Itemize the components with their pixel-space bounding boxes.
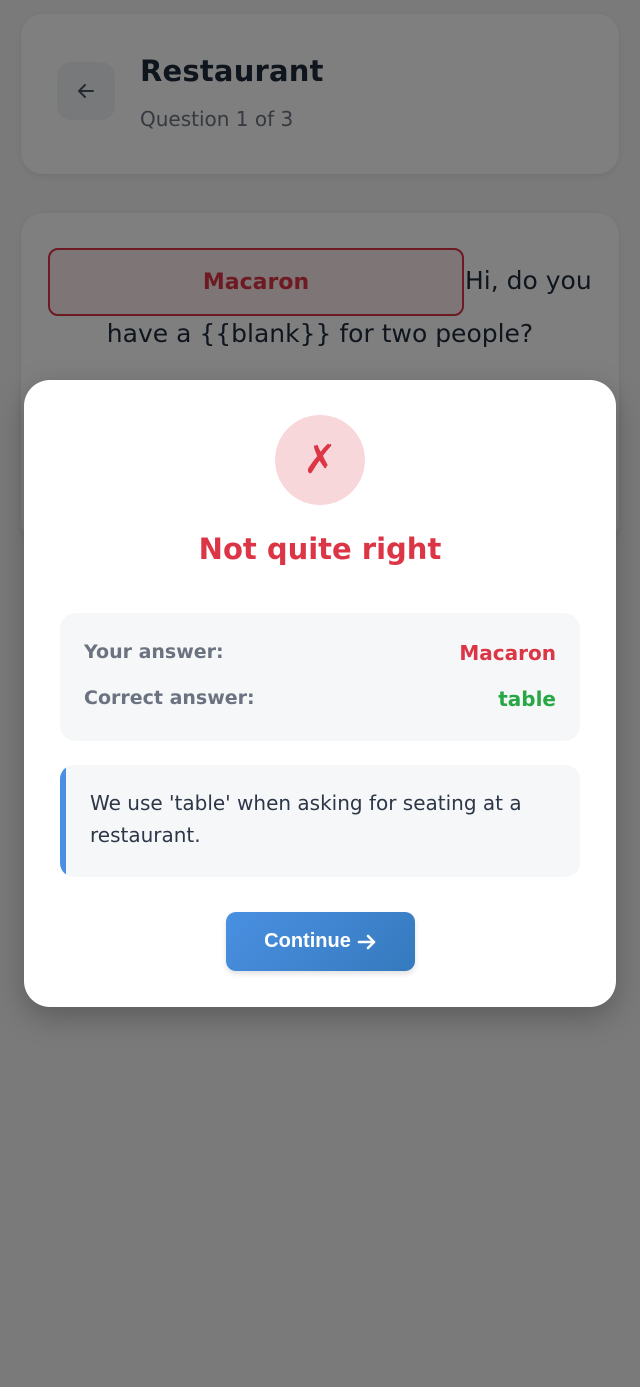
correct-answer-value: table	[498, 687, 556, 711]
arrow-right-icon	[357, 933, 377, 951]
feedback-modal: ✗ Not quite right Your answer: Macaron C…	[24, 380, 616, 1007]
wrong-icon: ✗	[275, 415, 365, 505]
your-answer-value: Macaron	[459, 641, 556, 665]
explanation-accent-bar	[60, 765, 66, 877]
explanation-text: We use 'table' when asking for seating a…	[90, 791, 522, 847]
explanation-box: We use 'table' when asking for seating a…	[60, 765, 580, 877]
page: Restaurant Question 1 of 3 Macaron Hi, d…	[0, 0, 640, 1387]
continue-button-label: Continue	[264, 930, 351, 952]
correct-answer-label: Correct answer:	[84, 687, 255, 709]
answer-comparison: Your answer: Macaron Correct answer: tab…	[60, 613, 580, 741]
result-title: Not quite right	[198, 532, 442, 566]
continue-button[interactable]: Continue	[226, 912, 415, 971]
your-answer-label: Your answer:	[84, 641, 224, 663]
